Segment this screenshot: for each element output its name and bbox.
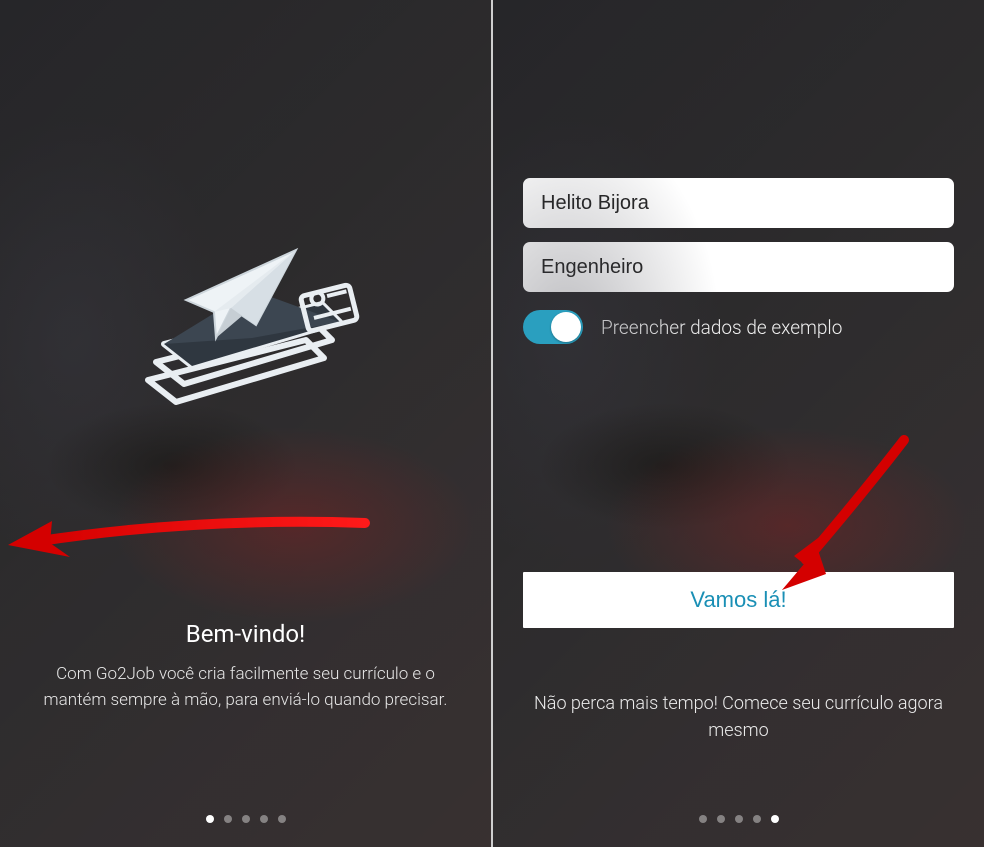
onboarding-screen-1: Bem-vindo! Com Go2Job você cria facilmen… <box>0 0 491 847</box>
welcome-subtitle: Com Go2Job você cria facilmente seu curr… <box>0 662 491 713</box>
start-button-label: Vamos lá! <box>690 587 786 613</box>
page-dot-5[interactable] <box>771 815 779 823</box>
page-dot-4[interactable] <box>753 815 761 823</box>
start-button[interactable]: Vamos lá! <box>523 572 954 628</box>
pagination-dots[interactable] <box>493 815 984 823</box>
example-data-toggle[interactable] <box>523 310 583 344</box>
pagination-dots[interactable] <box>0 815 491 823</box>
annotation-arrow-icon <box>0 505 370 585</box>
onboarding-screen-5: Preencher dados de exemplo Vamos lá! Não… <box>493 0 984 847</box>
page-dot-1[interactable] <box>699 815 707 823</box>
profession-field[interactable] <box>523 242 954 292</box>
page-dot-4[interactable] <box>260 815 268 823</box>
toggle-knob <box>551 312 581 342</box>
page-dot-3[interactable] <box>242 815 250 823</box>
page-dot-2[interactable] <box>224 815 232 823</box>
name-field[interactable] <box>523 178 954 228</box>
welcome-title: Bem-vindo! <box>186 620 305 648</box>
final-subtitle: Não perca mais tempo! Comece seu currícu… <box>523 690 954 744</box>
page-dot-1[interactable] <box>206 815 214 823</box>
page-dot-3[interactable] <box>735 815 743 823</box>
example-data-toggle-row: Preencher dados de exemplo <box>523 310 954 344</box>
app-logo-illustration <box>116 230 376 430</box>
page-dot-2[interactable] <box>717 815 725 823</box>
onboarding-form: Preencher dados de exemplo <box>493 178 984 344</box>
example-data-toggle-label: Preencher dados de exemplo <box>601 316 842 339</box>
page-dot-5[interactable] <box>278 815 286 823</box>
